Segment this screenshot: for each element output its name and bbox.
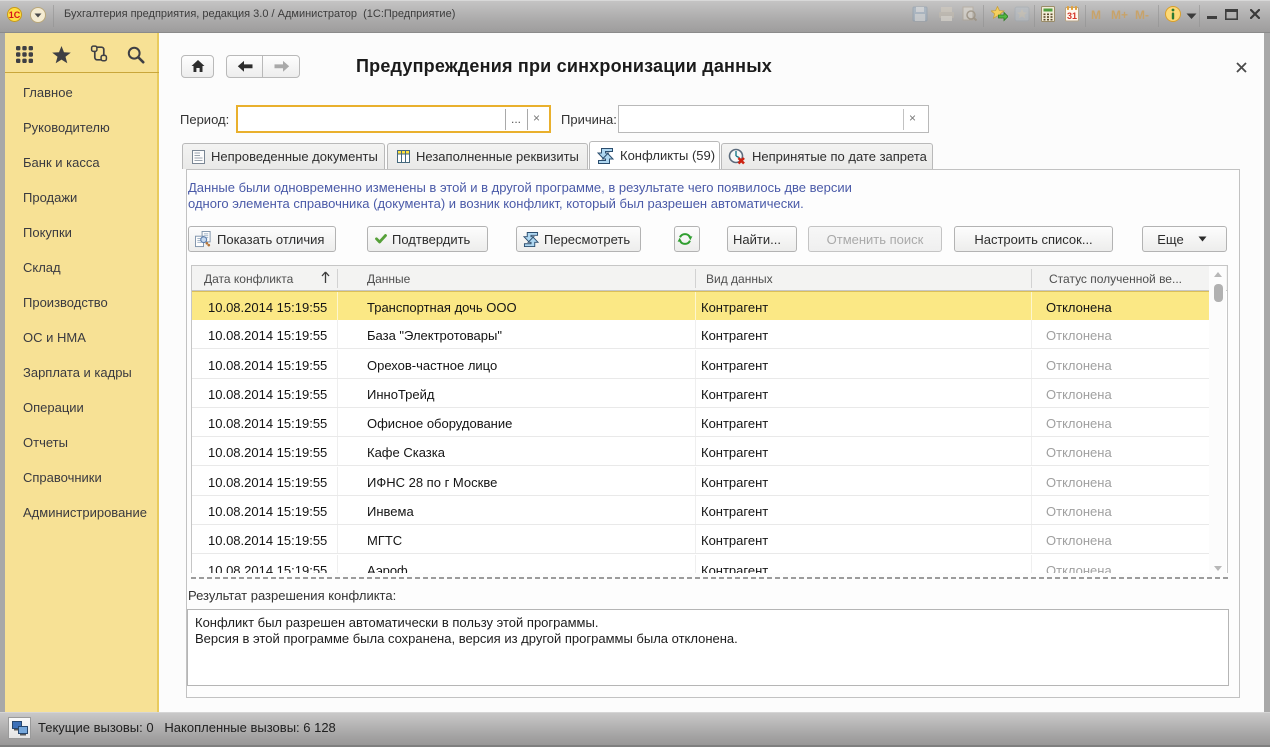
svg-text:1С: 1С [9,10,21,20]
svg-text:31: 31 [1067,11,1077,21]
